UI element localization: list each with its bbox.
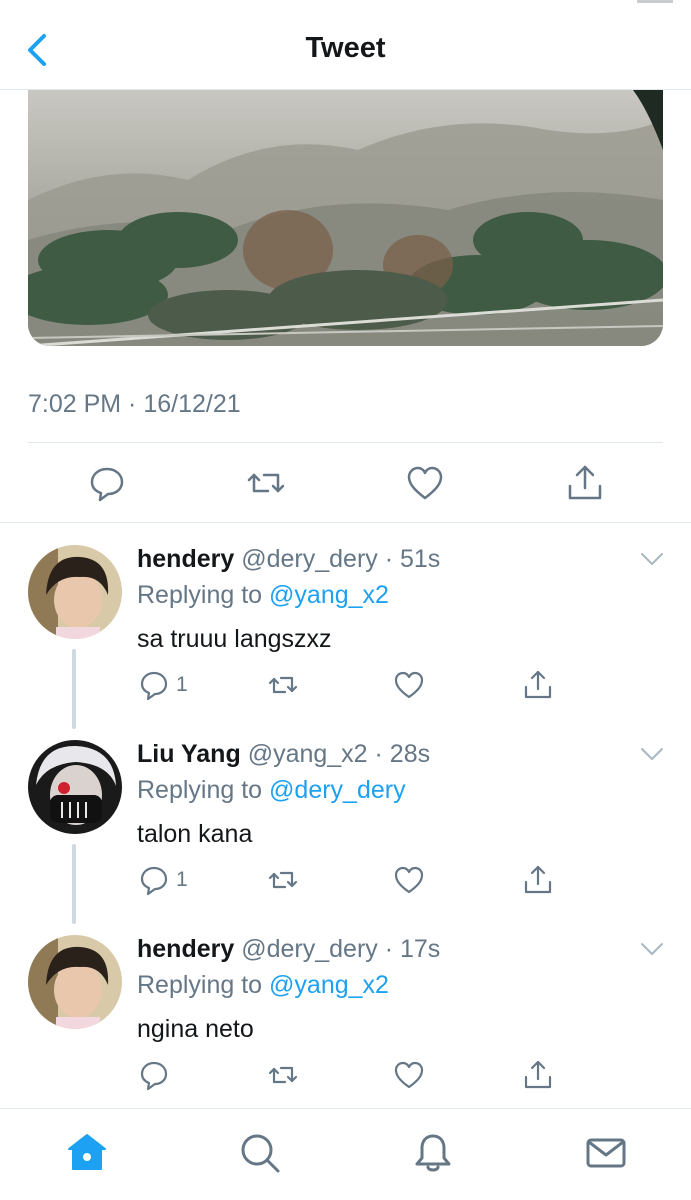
share-icon[interactable] [522, 669, 554, 701]
display-name[interactable]: Liu Yang [137, 740, 241, 768]
tweet-photo[interactable] [28, 90, 663, 346]
notifications-icon[interactable] [411, 1131, 455, 1175]
reply-tweet[interactable]: hendery @dery_dery · 51s Replying to @ya… [0, 545, 691, 740]
like-icon[interactable] [393, 864, 425, 896]
replying-prefix: Replying to [137, 581, 263, 609]
handle-and-time: @dery_dery · 17s [241, 935, 441, 963]
reply-action-bar: 1 [0, 864, 691, 904]
share-icon[interactable] [522, 864, 554, 896]
divider [28, 442, 663, 443]
chevron-down-icon[interactable] [640, 941, 664, 957]
tweet-action-bar [0, 455, 691, 515]
replying-to-mention[interactable]: @yang_x2 [269, 971, 389, 999]
chevron-down-icon[interactable] [640, 551, 664, 567]
replying-to-mention[interactable]: @yang_x2 [269, 581, 389, 609]
section-divider [0, 522, 691, 523]
reply-tweet[interactable]: Liu Yang @yang_x2 · 28s Replying to @der… [0, 740, 691, 935]
page-title: Tweet [305, 32, 386, 64]
search-icon[interactable] [238, 1131, 282, 1175]
replying-prefix: Replying to [137, 971, 263, 999]
reply-header: hendery @dery_dery · 17s [137, 935, 440, 964]
reply-icon[interactable] [138, 1059, 170, 1091]
share-icon[interactable] [565, 463, 605, 503]
reply-header: hendery @dery_dery · 51s [137, 545, 440, 574]
messages-icon[interactable] [584, 1131, 628, 1175]
retweet-icon[interactable] [246, 463, 286, 503]
reply-count: 1 [176, 868, 188, 891]
reply-text: ngina neto [137, 1015, 254, 1043]
tweet-timestamp: 7:02 PM · 16/12/21 [28, 390, 241, 418]
reply-action-bar: 1 [0, 669, 691, 709]
reply-tweet[interactable]: hendery @dery_dery · 17s Replying to @ya… [0, 935, 691, 1130]
display-name[interactable]: hendery [137, 935, 234, 963]
replying-to: Replying to @yang_x2 [137, 971, 389, 1000]
replying-to: Replying to @dery_dery [137, 776, 406, 805]
avatar[interactable] [28, 545, 122, 639]
avatar[interactable] [28, 935, 122, 1029]
handle-and-time: @dery_dery · 51s [241, 545, 441, 573]
reply-icon[interactable] [87, 463, 127, 503]
status-indicator [637, 0, 673, 3]
top-nav-bar: Tweet [0, 0, 691, 90]
like-icon[interactable] [393, 669, 425, 701]
retweet-icon[interactable] [267, 864, 299, 896]
like-icon[interactable] [405, 463, 445, 503]
reply-icon[interactable] [138, 669, 170, 701]
reply-count: 1 [176, 673, 188, 696]
home-icon[interactable] [65, 1131, 109, 1175]
replying-prefix: Replying to [137, 776, 263, 804]
reply-text: sa truuu langszxz [137, 625, 332, 653]
like-icon[interactable] [393, 1059, 425, 1091]
bottom-tab-bar [0, 1108, 691, 1200]
reply-header: Liu Yang @yang_x2 · 28s [137, 740, 430, 769]
share-icon[interactable] [522, 1059, 554, 1091]
chevron-down-icon[interactable] [640, 746, 664, 762]
reply-text: talon kana [137, 820, 253, 848]
replying-to-mention[interactable]: @dery_dery [269, 776, 406, 804]
retweet-icon[interactable] [267, 1059, 299, 1091]
reply-icon[interactable] [138, 864, 170, 896]
reply-action-bar [0, 1059, 691, 1099]
replying-to: Replying to @yang_x2 [137, 581, 389, 610]
avatar[interactable] [28, 740, 122, 834]
display-name[interactable]: hendery [137, 545, 234, 573]
retweet-icon[interactable] [267, 669, 299, 701]
handle-and-time: @yang_x2 · 28s [247, 740, 431, 768]
